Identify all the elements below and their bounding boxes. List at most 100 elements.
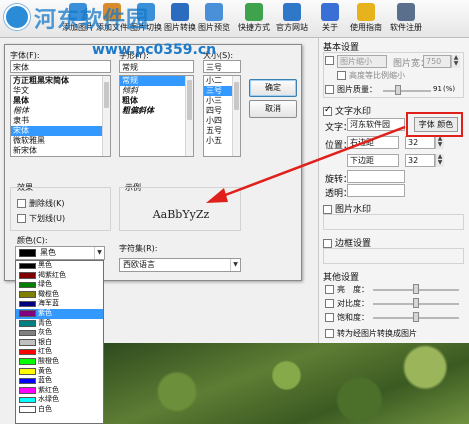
color-option[interactable]: 青色 xyxy=(16,319,103,329)
convert-option[interactable]: 转为经图片转换成图片 xyxy=(325,328,417,339)
font-dialog: 字体(F): 宋体 方正粗黑宋简体 华文 黑体 楷体 隶书 宋体 微软雅黑 新宋体 字形(Y)… xyxy=(4,44,302,281)
adjust-box[interactable] xyxy=(325,299,334,308)
font-list-item[interactable]: 华文 xyxy=(11,86,110,96)
style-list-item[interactable]: 倾斜 xyxy=(120,86,193,96)
site-logo-icon xyxy=(4,4,30,30)
style-list-item[interactable]: 常规 xyxy=(120,76,193,86)
color-option-label: 紫红色 xyxy=(38,385,59,394)
sample-text: AaBbYyZz xyxy=(152,208,210,221)
color-combo[interactable]: 黑色 ▼ xyxy=(15,246,105,260)
size-list[interactable]: 小二 三号 小三 四号 小四 五号 小五 xyxy=(203,75,241,157)
script-combo[interactable]: 西欧语言 ▼ xyxy=(119,258,241,272)
image-convert-icon xyxy=(171,3,189,21)
resize-mode-select[interactable]: 图片缩小 xyxy=(337,55,387,68)
adjust-box[interactable] xyxy=(325,313,334,322)
size-list-scrollbar[interactable] xyxy=(232,76,240,156)
watermark-text-input[interactable]: 河东软件园 xyxy=(347,118,405,131)
color-option[interactable]: 紫色 xyxy=(16,308,103,319)
adjust-option[interactable]: 亮 度： xyxy=(325,284,369,295)
cancel-button[interactable]: 取消 xyxy=(249,100,297,118)
rotate-select[interactable] xyxy=(347,170,405,183)
adjust-option[interactable]: 饱和度： xyxy=(325,312,369,323)
opacity-input[interactable] xyxy=(347,184,405,197)
color-option[interactable]: 酸橙色 xyxy=(16,357,103,367)
quality-slider[interactable] xyxy=(383,90,431,92)
resize-box[interactable] xyxy=(325,56,334,65)
toolbar-register-button[interactable]: 软件注册 xyxy=(384,2,428,36)
font-list-item[interactable]: 隶书 xyxy=(11,116,110,126)
color-option[interactable]: 银白 xyxy=(16,338,103,348)
color-option[interactable]: 紫红色 xyxy=(16,386,103,396)
strikeout-box[interactable] xyxy=(17,199,26,208)
color-option-label: 银白 xyxy=(38,337,52,346)
font-list-item[interactable]: 黑体 xyxy=(11,96,110,106)
strikeout-checkbox[interactable]: 删除线(K) xyxy=(17,198,65,209)
color-option[interactable]: 橄榄色 xyxy=(16,290,103,300)
underline-checkbox[interactable]: 下划线(U) xyxy=(17,213,65,224)
convert-box[interactable] xyxy=(325,329,334,338)
toolbar-guide-button[interactable]: 使用指南 xyxy=(344,2,388,36)
color-option[interactable]: 海军蓝 xyxy=(16,299,103,309)
quality-label: 图片质量： xyxy=(337,85,377,94)
adjust-option[interactable]: 对比度： xyxy=(325,298,369,309)
position-v-spinner[interactable]: ▲ ▼ xyxy=(435,154,444,167)
position-h-spinner[interactable]: ▲ ▼ xyxy=(435,136,444,149)
toolbar-image-preview-button[interactable]: 图片预览 xyxy=(192,2,236,36)
chevron-down-icon[interactable]: ▼ xyxy=(230,259,240,271)
position-h-input[interactable]: 32 xyxy=(405,136,435,149)
adjust-slider-knob[interactable] xyxy=(413,284,419,294)
color-option[interactable]: 灰色 xyxy=(16,328,103,338)
font-list-item[interactable]: 宋体 xyxy=(11,126,110,136)
underline-box[interactable] xyxy=(17,214,26,223)
color-option-label: 灰色 xyxy=(38,328,52,337)
image-width-spinner[interactable]: ▲ ▼ xyxy=(451,55,460,68)
color-option-label: 褐紫红色 xyxy=(38,270,66,279)
color-option[interactable]: 水绿色 xyxy=(16,395,103,405)
adjust-box[interactable] xyxy=(325,285,334,294)
style-list-item[interactable]: 粗偏斜体 xyxy=(120,106,193,116)
website-icon xyxy=(283,3,301,21)
color-option[interactable]: 白色 xyxy=(16,405,103,415)
font-input[interactable]: 宋体 xyxy=(10,60,111,73)
color-dropdown-list[interactable]: 黑色 褐紫红色 绿色 橄榄色 海军蓝 紫色 青色 灰色 银白 红色 酸橙色 黄色 蓝色 紫红色 水绿色 白色 xyxy=(15,260,104,424)
image-width-input[interactable]: 750 xyxy=(423,55,451,68)
adjust-slider-knob[interactable] xyxy=(413,312,419,322)
color-combo-value: 黑色 xyxy=(40,248,56,257)
resize-checkbox[interactable] xyxy=(325,56,337,66)
position-h-select[interactable]: 右边距 xyxy=(347,136,399,149)
style-list-scrollbar[interactable] xyxy=(185,76,193,156)
position-v-select[interactable]: 下边距 xyxy=(347,154,399,167)
font-list-scrollbar[interactable] xyxy=(102,76,110,156)
text-watermark-option[interactable]: 文字水印 xyxy=(323,104,371,117)
color-option-label: 海军蓝 xyxy=(38,299,59,308)
font-list-item[interactable]: 楷体 xyxy=(11,106,110,116)
quality-option[interactable]: 图片质量： xyxy=(325,84,377,95)
color-option[interactable]: 红色 xyxy=(16,347,103,357)
style-list-item[interactable]: 粗体 xyxy=(120,96,193,106)
color-option[interactable]: 绿色 xyxy=(16,280,103,290)
border-box[interactable] xyxy=(323,239,332,248)
quality-box[interactable] xyxy=(325,85,334,94)
style-input[interactable]: 常规 xyxy=(119,60,194,73)
color-option[interactable]: 蓝色 xyxy=(16,376,103,386)
keep-ratio-box[interactable] xyxy=(337,71,346,80)
color-option[interactable]: 黄色 xyxy=(16,367,103,377)
toolbar-label: 图片预览 xyxy=(198,23,230,32)
quality-value: 91 xyxy=(433,85,442,93)
text-watermark-box[interactable] xyxy=(323,105,332,116)
color-option[interactable]: 褐紫红色 xyxy=(16,271,103,281)
color-option[interactable]: 黑色 xyxy=(16,261,103,271)
quality-slider-knob[interactable] xyxy=(395,85,401,95)
chevron-down-icon[interactable]: ▼ xyxy=(94,247,104,259)
adjust-slider-knob[interactable] xyxy=(413,298,419,308)
size-input[interactable]: 三号 xyxy=(203,60,241,73)
font-list[interactable]: 方正粗黑宋简体 华文 黑体 楷体 隶书 宋体 微软雅黑 新宋体 xyxy=(10,75,111,157)
ok-button[interactable]: 确定 xyxy=(249,79,297,97)
font-list-item[interactable]: 新宋体 xyxy=(11,146,110,156)
font-list-item[interactable]: 方正粗黑宋简体 xyxy=(11,76,110,86)
image-watermark-box[interactable] xyxy=(323,205,332,214)
keep-ratio-option[interactable]: 高度等比例缩小 xyxy=(337,70,405,81)
position-v-input[interactable]: 32 xyxy=(405,154,435,167)
style-list[interactable]: 常规 倾斜 粗体 粗偏斜体 xyxy=(119,75,194,157)
font-list-item[interactable]: 微软雅黑 xyxy=(11,136,110,146)
